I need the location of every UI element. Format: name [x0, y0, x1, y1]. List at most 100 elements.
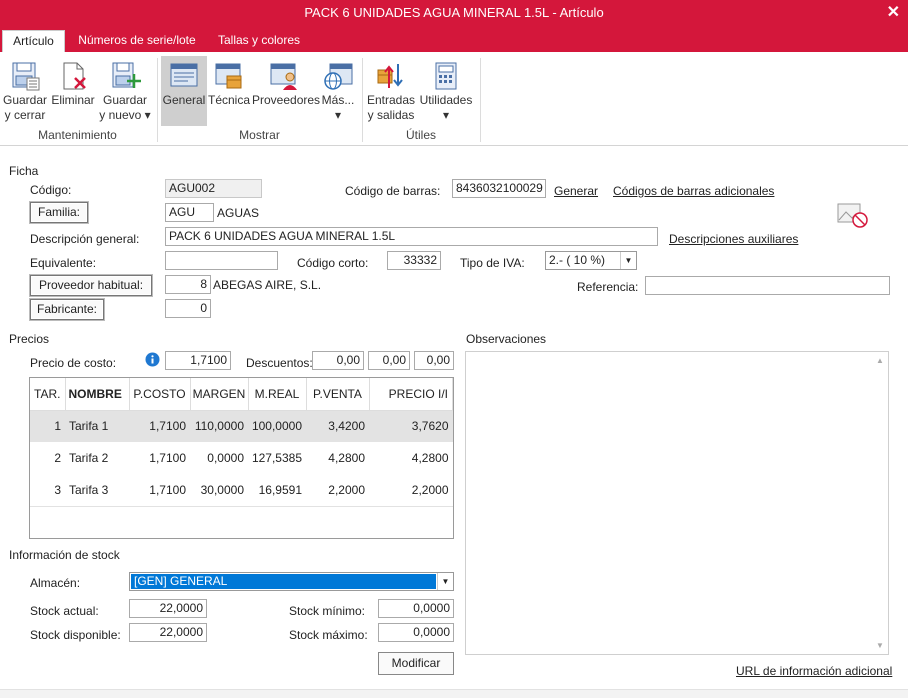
descuento-1-field[interactable]: 0,00 [312, 351, 364, 370]
desc-aux-link[interactable]: Descripciones auxiliares [669, 232, 798, 246]
delete-button[interactable]: Eliminar [50, 56, 96, 108]
generar-link[interactable]: Generar [554, 184, 598, 198]
ribbon-separator [157, 58, 158, 142]
col-mreal[interactable]: M.REAL [248, 378, 307, 411]
close-icon[interactable]: ✕ [887, 0, 900, 26]
suppliers-button[interactable]: Proveedores [252, 56, 321, 108]
barras-adicionales-link[interactable]: Códigos de barras adicionales [613, 184, 774, 198]
stock-maximo-label: Stock máximo: [289, 628, 368, 642]
cell-pventa: 4,2800 [328, 451, 365, 465]
more-icon [324, 63, 353, 90]
familia-button[interactable]: Familia: [30, 202, 88, 223]
almacen-value: [GEN] GENERAL [131, 574, 436, 589]
col-margen[interactable]: MARGEN [190, 378, 249, 411]
technical-button[interactable]: Técnica [208, 56, 250, 108]
image-placeholder-icon[interactable] [836, 200, 870, 230]
tarifas-grid[interactable]: TAR. NOMBRE P.COSTO MARGEN M.REAL P.VENT… [29, 377, 454, 539]
table-header: TAR. NOMBRE P.COSTO MARGEN M.REAL P.VENT… [30, 378, 453, 411]
col-tar[interactable]: TAR. [30, 378, 66, 411]
cell-nombre: Tarifa 3 [69, 483, 109, 497]
cell-nombre: Tarifa 1 [65, 410, 129, 442]
barras-field[interactable]: 8436032100029 [452, 179, 546, 198]
delete-icon [63, 62, 86, 90]
technical-label: Técnica [208, 93, 251, 107]
suppliers-label: Proveedores [252, 93, 321, 107]
save-new-icon [112, 62, 141, 88]
stock-disponible-label: Stock disponible: [30, 628, 121, 642]
ribbon-tabs: Artículo Números de serie/lote Tallas y … [0, 27, 908, 52]
scroll-up-icon[interactable]: ▲ [876, 356, 884, 365]
stock-maximo-field[interactable]: 0,0000 [378, 623, 454, 642]
iva-select[interactable]: 2.- ( 10 %) ▼ [545, 251, 637, 270]
utilities-icon [435, 62, 457, 90]
codigo-corto-field[interactable]: 33332 [387, 251, 441, 270]
observaciones-textarea[interactable]: ▲ ▼ [465, 351, 889, 655]
cell-mreal: 100,0000 [248, 410, 306, 442]
scrollbar[interactable]: ▲ ▼ [873, 352, 888, 654]
descuento-3-field[interactable]: 0,00 [414, 351, 454, 370]
cell-precio-ii: 4,2800 [411, 451, 449, 465]
almacen-select[interactable]: [GEN] GENERAL ▼ [129, 572, 454, 591]
cell-pcosto: 1,7100 [149, 483, 186, 497]
section-ficha: Ficha [9, 164, 39, 178]
stock-actual-field[interactable]: 22,0000 [129, 599, 207, 618]
group-mostrar: Mostrar [239, 128, 280, 142]
iva-label: Tipo de IVA: [460, 256, 525, 270]
equivalente-field[interactable] [165, 251, 278, 270]
table-row[interactable]: 1 Tarifa 1 1,7100 110,0000 100,0000 3,42… [30, 410, 453, 442]
cell-mreal: 127,5385 [251, 451, 302, 465]
section-observaciones: Observaciones [466, 332, 547, 346]
col-pventa[interactable]: P.VENTA [306, 378, 370, 411]
chevron-down-icon[interactable]: ▼ [437, 573, 453, 590]
in-out-button[interactable]: Entradas y salidas [366, 56, 416, 123]
cell-precio-ii: 3,7620 [369, 410, 453, 442]
tab-articulo[interactable]: Artículo [2, 30, 65, 52]
group-utiles: Útiles [405, 128, 436, 142]
window-title: PACK 6 UNIDADES AGUA MINERAL 1.5L - Artí… [304, 5, 604, 20]
descripcion-field[interactable]: PACK 6 UNIDADES AGUA MINERAL 1.5L [165, 227, 658, 246]
scroll-down-icon[interactable]: ▼ [876, 641, 884, 650]
more-label: Más... ▾ [321, 93, 355, 122]
chevron-down-icon[interactable]: ▼ [620, 252, 636, 269]
col-nombre[interactable]: NOMBRE [65, 378, 130, 411]
in-out-label: Entradas y salidas [366, 93, 416, 122]
barras-label: Código de barras: [345, 184, 441, 198]
table-divider [30, 506, 453, 507]
costo-label: Precio de costo: [30, 356, 117, 370]
utilities-button[interactable]: Utilidades ▾ [419, 56, 473, 123]
tab-tallas-colores[interactable]: Tallas y colores [210, 30, 308, 52]
save-close-label: Guardar y cerrar [2, 93, 48, 122]
cell-tar: 3 [54, 483, 61, 497]
descuentos-label: Descuentos: [246, 356, 313, 370]
col-pcosto[interactable]: P.COSTO [129, 378, 191, 411]
fabricante-field[interactable]: 0 [165, 299, 211, 318]
codigo-field[interactable]: AGU002 [165, 179, 262, 198]
proveedor-code-field[interactable]: 8 [165, 275, 211, 294]
section-stock: Información de stock [9, 548, 120, 562]
fabricante-button[interactable]: Fabricante: [30, 299, 104, 320]
url-adicional-link[interactable]: URL de información adicional [736, 664, 892, 678]
col-precio-ii[interactable]: PRECIO I/I [369, 378, 453, 411]
save-close-button[interactable]: Guardar y cerrar [2, 56, 48, 123]
costo-field[interactable]: 1,7100 [165, 351, 231, 370]
in-out-icon [377, 64, 403, 88]
familia-code-field[interactable]: AGU [165, 203, 214, 222]
cell-pcosto: 1,7100 [129, 410, 190, 442]
familia-name: AGUAS [217, 206, 260, 220]
save-close-icon [12, 62, 40, 91]
cell-margen: 0,0000 [207, 451, 244, 465]
general-button[interactable]: General [161, 56, 207, 126]
referencia-field[interactable] [645, 276, 890, 295]
table-row[interactable]: 2 Tarifa 2 1,7100 0,0000 127,5385 4,2800… [30, 442, 453, 474]
info-icon[interactable] [145, 352, 160, 367]
stock-minimo-field[interactable]: 0,0000 [378, 599, 454, 618]
more-button[interactable]: Más... ▾ [318, 56, 358, 123]
table-row[interactable]: 3 Tarifa 3 1,7100 30,0000 16,9591 2,2000… [30, 474, 453, 506]
stock-disponible-field[interactable]: 22,0000 [129, 623, 207, 642]
save-new-button[interactable]: Guardar y nuevo ▾ [97, 56, 153, 123]
modificar-button[interactable]: Modificar [378, 652, 454, 675]
descuento-2-field[interactable]: 0,00 [368, 351, 410, 370]
ribbon: Guardar y cerrar Eliminar Guardar y nuev… [0, 52, 908, 146]
proveedor-button[interactable]: Proveedor habitual: [30, 275, 152, 296]
tab-numeros-serie[interactable]: Números de serie/lote [70, 30, 204, 52]
